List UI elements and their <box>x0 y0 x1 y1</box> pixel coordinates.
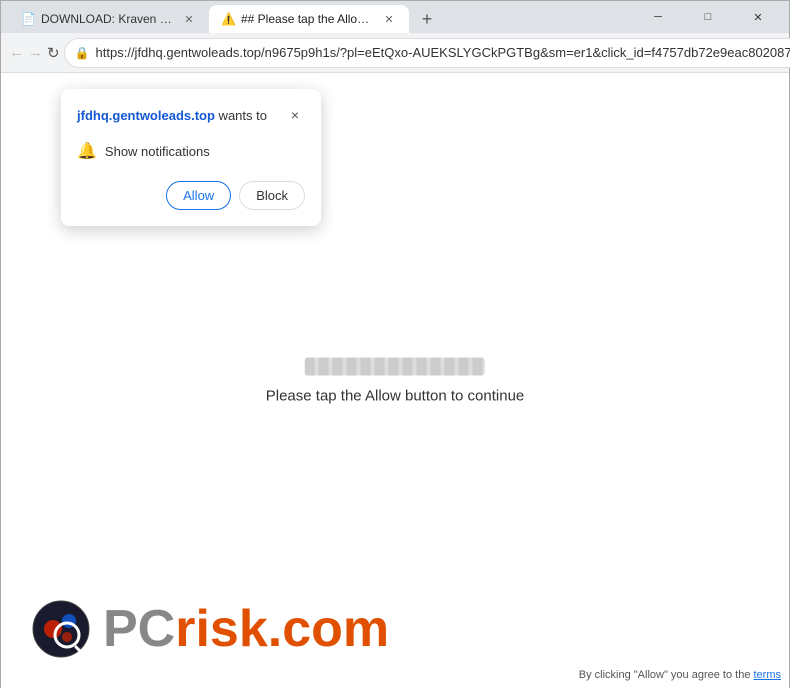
tab1-favicon: 📄 <box>21 12 35 26</box>
popup-close-button[interactable]: × <box>285 105 305 125</box>
back-icon: ← <box>9 44 24 61</box>
forward-icon: → <box>28 44 43 61</box>
block-button[interactable]: Block <box>239 181 305 210</box>
tab2-close[interactable]: ✕ <box>381 11 397 27</box>
tab-2[interactable]: ⚠️ ## Please tap the Allow button... ✕ <box>209 5 409 33</box>
popup-notification-row: 🔔 Show notifications <box>77 137 305 165</box>
address-bar[interactable]: 🔒 https://jfdhq.gentwoleads.top/n9675p9h… <box>64 38 790 68</box>
popup-domain: jfdhq.gentwoleads.top <box>77 108 215 123</box>
maximize-button[interactable]: □ <box>685 1 731 33</box>
risk-com-part: risk.com <box>175 600 389 658</box>
pcrisk-text: PCrisk.com <box>103 603 389 655</box>
bottom-notice: By clicking "Allow" you agree to the ter… <box>579 669 781 681</box>
notification-popup: jfdhq.gentwoleads.top wants to × 🔔 Show … <box>61 89 321 226</box>
popup-header: jfdhq.gentwoleads.top wants to × <box>77 105 305 125</box>
back-button[interactable]: ← <box>9 37 24 69</box>
forward-button[interactable]: → <box>28 37 43 69</box>
loading-bar <box>305 358 485 376</box>
close-button[interactable]: ✕ <box>735 1 781 33</box>
bell-icon: 🔔 <box>77 141 97 161</box>
browser-toolbar: ← → ↻ 🔒 https://jfdhq.gentwoleads.top/n9… <box>1 33 789 73</box>
allow-button[interactable]: Allow <box>166 181 231 210</box>
tab2-label: ## Please tap the Allow button... <box>241 12 375 26</box>
page-main-content: Please tap the Allow button to continue <box>266 358 525 405</box>
tab2-favicon: ⚠️ <box>221 12 235 26</box>
browser-content: jfdhq.gentwoleads.top wants to × 🔔 Show … <box>1 73 789 689</box>
tap-allow-text: Please tap the Allow button to continue <box>266 388 525 405</box>
watermark: PCrisk.com <box>31 599 389 659</box>
minimize-button[interactable]: ─ <box>635 1 681 33</box>
url-text: https://jfdhq.gentwoleads.top/n9675p9h1s… <box>96 45 790 60</box>
reload-button[interactable]: ↻ <box>47 37 60 69</box>
popup-actions: Allow Block <box>77 181 305 210</box>
notification-label: Show notifications <box>105 144 210 159</box>
window-controls: ─ □ ✕ <box>635 1 781 33</box>
tab1-close[interactable]: ✕ <box>181 11 197 27</box>
tab-1[interactable]: 📄 DOWNLOAD: Kraven the Hunt... ✕ <box>9 5 209 33</box>
tab-bar: 📄 DOWNLOAD: Kraven the Hunt... ✕ ⚠️ ## P… <box>9 1 627 33</box>
page-background: jfdhq.gentwoleads.top wants to × 🔔 Show … <box>1 73 789 689</box>
reload-icon: ↻ <box>47 44 60 62</box>
pc-part: PC <box>103 600 175 658</box>
tab1-label: DOWNLOAD: Kraven the Hunt... <box>41 12 175 26</box>
bottom-notice-text: By clicking "Allow" you agree to the <box>579 669 751 681</box>
popup-title: jfdhq.gentwoleads.top wants to <box>77 108 267 123</box>
pcrisk-logo-icon <box>31 599 91 659</box>
titlebar: 📄 DOWNLOAD: Kraven the Hunt... ✕ ⚠️ ## P… <box>1 1 789 33</box>
terms-link[interactable]: terms <box>754 669 782 681</box>
lock-icon: 🔒 <box>75 46 90 60</box>
popup-title-suffix: wants to <box>215 108 267 123</box>
new-tab-button[interactable]: + <box>413 5 441 33</box>
